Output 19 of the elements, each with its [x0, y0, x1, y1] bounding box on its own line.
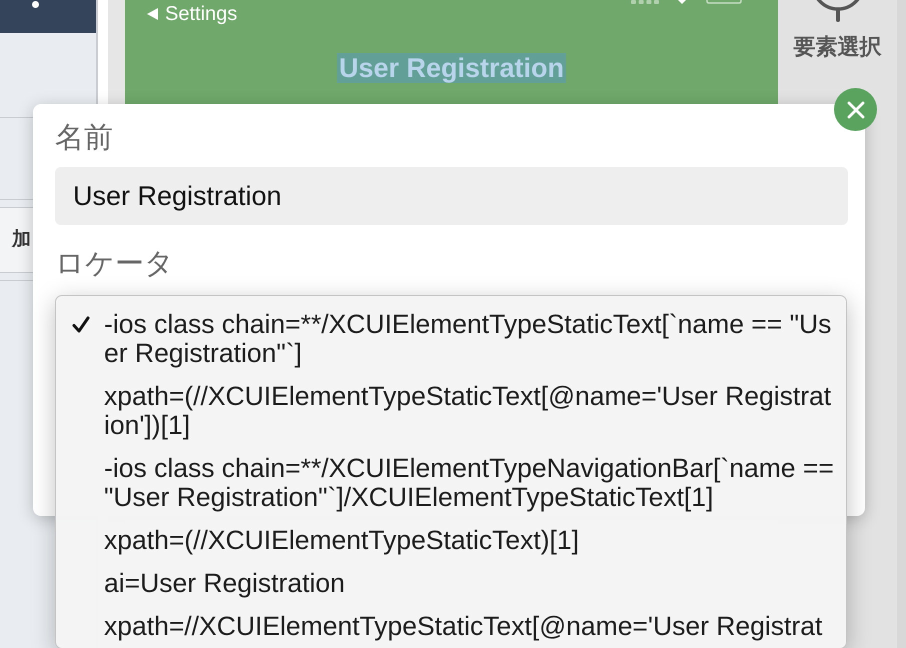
dot-icon: [32, 1, 39, 8]
menu-item[interactable]: xpath=(//XCUIElementTypeStaticText[@name='User Registration'])[1]: [56, 375, 846, 447]
menu-item[interactable]: -ios class chain=**/XCUIElementTypeNavigationBar[`name == "User Registration"`]/XCUIElementTypeStaticText[1]: [56, 447, 846, 519]
locator-label: ロケータ: [55, 247, 175, 282]
menu-item[interactable]: xpath=//XCUIElementTypeStaticText[@name='User Registrat: [56, 605, 846, 648]
back-icon: [147, 8, 158, 20]
wifi-icon: [678, 0, 686, 4]
name-label: 名前: [55, 121, 114, 156]
menu-item[interactable]: ai=User Registration: [56, 562, 846, 605]
menu-item[interactable]: -ios class chain=**/XCUIElementTypeStaticText[`name == "User Registration"`]: [56, 303, 846, 375]
close-icon: [846, 100, 864, 118]
back-label: Settings: [165, 2, 238, 26]
menu-item[interactable]: xpath=(//XCUIElementTypeStaticText)[1]: [56, 519, 846, 562]
signal-icon: [631, 0, 659, 4]
name-field[interactable]: User Registration: [55, 167, 848, 225]
select-element-button[interactable]: 要素選択: [794, 0, 882, 60]
add-button[interactable]: 加: [12, 228, 31, 252]
screen-title: User Registration: [336, 53, 566, 83]
battery-icon: [706, 0, 742, 4]
